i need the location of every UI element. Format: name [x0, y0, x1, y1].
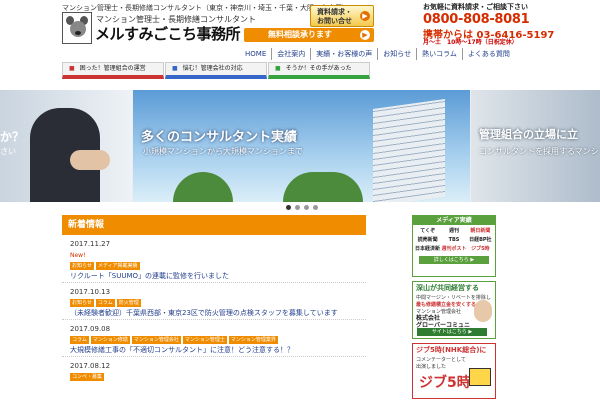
news-title-link[interactable]: リクルート「SUUMO」の連載に監修を行いました [70, 270, 358, 282]
slider-dot[interactable] [304, 205, 309, 210]
nav-item-faq[interactable]: よくある質問 [461, 48, 515, 60]
media-logo: 週刊ポスト [441, 246, 467, 252]
nav-item-results[interactable]: 実績・お客様の声 [310, 48, 377, 60]
phone-free-number[interactable]: 0800-808-8081 [423, 12, 530, 27]
slide-next-sub: コンサルタントを採用するマンシ [479, 147, 599, 156]
news-title-link[interactable]: （未経験者歓迎）千葉県西部・東京23区で防火管理の点検スタッフを募集しています [70, 307, 358, 319]
tag-badge[interactable]: コラム [95, 299, 115, 307]
contact-box: お気軽に資料請求・ご相談下さい 0800-808-8081 携帯からは 03-6… [421, 0, 600, 46]
new-badge: New! [70, 252, 86, 259]
person-avatar [474, 300, 492, 322]
arrow-right-icon: ▶ [360, 11, 370, 21]
media-logo-grid: てくぞ 週刊 朝日新聞 読売新聞 TBS 日経BP社 日本経済新聞 週刊ポスト … [413, 225, 495, 255]
tab-label: そうか！その手があった [285, 65, 352, 72]
list-item: 2017.09.08 コラム マンション修繕 マンション管理会社 マンション管理… [62, 320, 366, 357]
news-date: 2017.09.08 [70, 325, 111, 333]
slide-prev[interactable]: か？ さい [0, 90, 132, 202]
company-name[interactable]: メルすみごこち事務所 [95, 23, 241, 44]
square-bullet-icon: ■ [172, 65, 178, 72]
slide-prev-sub: さい [0, 147, 16, 156]
square-bullet-icon: ■ [275, 65, 281, 72]
tv-icon [469, 368, 491, 386]
nav-item-home[interactable]: HOME [240, 48, 271, 60]
page-root: マンション管理士・長期修繕コンサルタント（東京・神奈川・埼玉・千葉・大阪・名古屋… [0, 0, 600, 400]
media-more-button[interactable]: 詳しくはこちら ▶ [419, 256, 489, 264]
category-tabs: ■ 困った！管理組合の運営 ■ 悩む！管理会社の対応 ■ そうか！その手があった [62, 62, 370, 79]
nav-item-news[interactable]: お知らせ [377, 48, 416, 60]
nav-item-column[interactable]: 熱いコラム [416, 48, 462, 60]
global-nav: HOME 会社案内 実績・お客様の声 お知らせ 熱いコラム よくある質問 [240, 48, 515, 60]
free-consult-label: 無料相談承ります [268, 30, 332, 39]
list-item: 2017.10.13 お知らせ コラム 防火管理 （未経験者歓迎）千葉県西部・東… [62, 283, 366, 320]
tag-badge[interactable]: お知らせ [70, 299, 94, 307]
slide-current-title: 多くのコンサルタント実績 [141, 130, 298, 145]
inquiry-button[interactable]: 資料請求・ お問い合せ ▶ [310, 5, 374, 27]
tab-label: 悩む！管理会社の対応 [182, 65, 243, 72]
square-bullet-icon: ■ [69, 65, 75, 72]
tag-badge[interactable]: 防火管理 [116, 299, 141, 307]
tab-association-operation[interactable]: ■ 困った！管理組合の運営 [62, 62, 164, 79]
slide-current-sub: 小規模マンションから大規模マンションまで [143, 147, 303, 156]
inquiry-button-label: 資料請求・ お問い合せ [317, 8, 352, 25]
slider-dot[interactable] [313, 205, 318, 210]
tv-sub: コメンテーターとして [416, 357, 466, 363]
news-title-link[interactable]: 大規模修繕工事の「不適切コンサルタント」に注意！どう注意する！？ [70, 344, 358, 356]
building-image [373, 98, 445, 202]
contact-intro: お気軽に資料請求・ご相談下さい [423, 3, 528, 11]
tag-badge[interactable]: マンション修繕 [90, 336, 130, 344]
tag-badge[interactable]: コラム [70, 336, 89, 344]
tv-banner[interactable]: ジブ5時(NHK総合)に コメンテーターとして 出演しました ジブ5時 [412, 343, 496, 399]
partner-site-button[interactable]: サイトはこちら ▶ [417, 328, 487, 336]
tag-badge[interactable]: マンション管理業界 [228, 336, 278, 344]
slide-next[interactable]: 管理組合の立場に立 コンサルタントを採用するマンシ [471, 90, 600, 202]
media-logo: 朝日新聞 [470, 228, 491, 234]
slider-dot[interactable] [295, 205, 300, 210]
media-logo: 日本経済新聞 [415, 246, 441, 252]
media-logo: 日経BP社 [469, 237, 492, 243]
list-item: 2017.08.12 コンペ・募集 [62, 357, 366, 381]
nav-item-company[interactable]: 会社案内 [271, 48, 310, 60]
logo-bulldog-icon[interactable] [62, 12, 92, 44]
list-item: 2017.11.27 New! お知らせ メディア掲載実績 リクルート「SUUM… [62, 235, 366, 283]
news-date: 2017.10.13 [70, 288, 111, 296]
partner-banner[interactable]: 深山が共同経営する 中間マージン・リベートを排除し 最も修繕積立金を安くする マ… [412, 281, 496, 339]
slider-pagination [286, 205, 318, 210]
sidebar: メディア実績 てくぞ 週刊 朝日新聞 読売新聞 TBS 日経BP社 日本経済新聞… [412, 215, 496, 400]
tv-heading: ジブ5時(NHK総合)に [416, 346, 487, 354]
media-banner[interactable]: メディア実績 てくぞ 週刊 朝日新聞 読売新聞 TBS 日経BP社 日本経済新聞… [412, 215, 496, 277]
tab-management-company[interactable]: ■ 悩む！管理会社の対応 [165, 62, 267, 79]
tag-badge[interactable]: コンペ・募集 [70, 373, 105, 381]
news-date: 2017.11.27 [70, 240, 111, 248]
tab-label: 困った！管理組合の運営 [79, 65, 146, 72]
tag-badge[interactable]: メディア掲載実績 [95, 262, 140, 270]
slider-dot[interactable] [286, 205, 291, 210]
media-logo: 読売新聞 [417, 237, 438, 243]
arrow-right-icon: ▶ [360, 30, 370, 40]
tag-badge[interactable]: マンション管理士 [182, 336, 227, 344]
news-heading: 新着情報 [62, 215, 366, 235]
media-heading: メディア実績 [413, 216, 495, 225]
tag-badge[interactable]: お知らせ [70, 262, 94, 270]
partner-heading: 深山が共同経営する [416, 284, 479, 292]
news-section: 新着情報 2017.11.27 New! お知らせ メディア掲載実績 リクルート… [62, 215, 366, 400]
media-logo: てくぞ [420, 228, 436, 234]
hero-slider[interactable]: か？ さい 多くのコンサルタント実績 小規模マンションから大規模マンションまで … [0, 90, 600, 202]
header-tagline: マンション管理士・長期修繕コンサルタント（東京・神奈川・埼玉・千葉・大阪・名古屋… [62, 4, 349, 12]
media-logo: ジブ5時 [471, 246, 490, 252]
news-date: 2017.08.12 [70, 362, 111, 370]
tab-solutions[interactable]: ■ そうか！その手があった [268, 62, 370, 79]
slide-next-title: 管理組合の立場に立 [479, 128, 578, 141]
media-logo: TBS [448, 237, 460, 243]
business-hours: 月〜土 10時〜17時（日祝定休） [423, 39, 518, 46]
slide-current[interactable]: 多くのコンサルタント実績 小規模マンションから大規模マンションまで [133, 90, 470, 202]
slide-prev-title: か？ [0, 130, 25, 144]
media-logo: 週刊 [448, 228, 459, 234]
tag-badge[interactable]: マンション管理会社 [131, 336, 181, 344]
tv-show-logo: ジブ5時 [419, 375, 471, 391]
free-consult-button[interactable]: 無料相談承ります ▶ [244, 28, 374, 42]
